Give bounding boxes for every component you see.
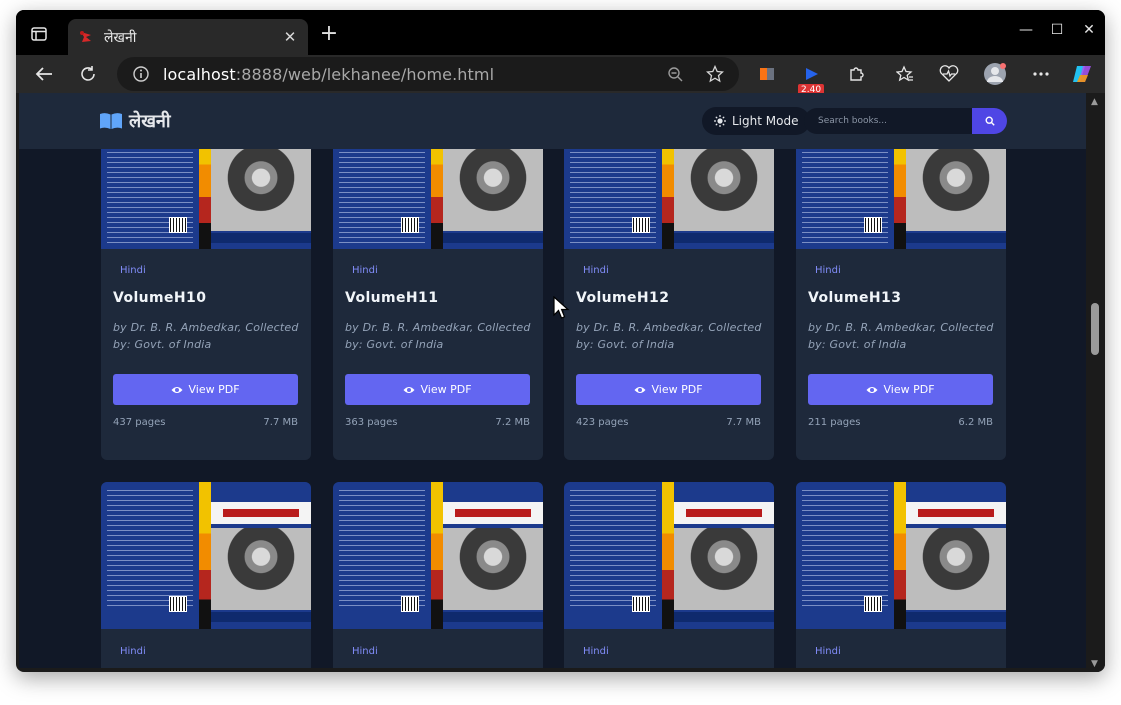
extensions-puzzle-icon[interactable] [842,60,870,88]
page-count: 437 pages [113,417,166,428]
book-card: Hindi VolumeH13 by Dr. B. R. Ambedkar, C… [796,119,1006,460]
language-tag: Hindi [583,265,609,276]
language-tag: Hindi [583,646,609,657]
book-title: VolumeH10 [113,290,207,306]
view-pdf-button[interactable]: View PDF [808,374,993,405]
browser-window: लेखनी ✕ + — ☐ ✕ localhost:8888/web/lekha… [16,10,1105,672]
tab-bar: लेखनी ✕ + — ☐ ✕ [16,10,1105,55]
book-card: Hindi VolumeH11 by Dr. B. R. Ambedkar, C… [333,119,543,460]
book-meta: 437 pages 7.7 MB [113,417,298,428]
book-title: VolumeH13 [808,290,902,306]
book-author: by Dr. B. R. Ambedkar, Collected by: Gov… [808,321,994,351]
page-content: लेखनी Light Mode Hindi VolumeH10 by Dr. … [19,93,1086,668]
mouse-cursor-icon [553,296,570,319]
language-tag: Hindi [352,646,378,657]
file-size: 7.7 MB [263,417,298,428]
book-meta: 211 pages 6.2 MB [808,417,993,428]
language-tag: Hindi [120,265,146,276]
address-bar[interactable]: localhost:8888/web/lekhanee/home.html [117,57,739,91]
site-info-icon[interactable] [133,66,149,82]
book-title: VolumeH12 [576,290,670,306]
light-mode-button[interactable]: Light Mode [702,107,811,135]
book-cover[interactable] [796,482,1006,629]
file-size: 6.2 MB [958,417,993,428]
favorite-star-icon[interactable] [706,65,724,83]
search-box [804,108,1007,134]
book-icon [100,113,122,129]
extension-shield-icon[interactable] [753,60,781,88]
book-cover[interactable] [101,482,311,629]
close-window-button[interactable]: ✕ [1074,22,1104,38]
book-card: Hindi VolumeH12 by Dr. B. R. Ambedkar, C… [564,119,774,460]
page-count: 363 pages [345,417,398,428]
profile-avatar-icon[interactable] [981,60,1009,88]
file-size: 7.7 MB [726,417,761,428]
language-tag: Hindi [120,646,146,657]
app-navbar: लेखनी Light Mode [19,93,1086,149]
eye-icon [403,386,415,393]
book-title: VolumeH11 [345,290,439,306]
search-input[interactable] [804,108,972,134]
book-meta: 423 pages 7.7 MB [576,417,761,428]
scrollbar-thumb[interactable] [1091,303,1099,355]
back-icon[interactable] [30,60,58,88]
browser-essentials-icon[interactable] [935,60,963,88]
minimize-button[interactable]: — [1011,22,1041,38]
language-tag: Hindi [352,265,378,276]
browser-tab[interactable]: लेखनी ✕ [68,19,308,55]
site-favicon-icon [80,31,91,42]
eye-icon [866,386,878,393]
file-size: 7.2 MB [495,417,530,428]
book-author: by Dr. B. R. Ambedkar, Collected by: Gov… [576,321,762,351]
favorites-icon[interactable] [891,60,919,88]
tab-title: लेखनी [104,29,137,46]
book-card: Hindi [333,482,543,668]
book-author: by Dr. B. R. Ambedkar, Collected by: Gov… [345,321,531,351]
book-author: by Dr. B. R. Ambedkar, Collected by: Gov… [113,321,299,351]
more-menu-icon[interactable] [1027,60,1055,88]
search-icon [984,116,995,126]
book-card: Hindi [564,482,774,668]
language-tag: Hindi [815,265,841,276]
language-tag: Hindi [815,646,841,657]
logo-text: लेखनी [129,111,171,132]
book-card: Hindi VolumeH10 by Dr. B. R. Ambedkar, C… [101,119,311,460]
mode-label: Light Mode [732,114,799,128]
app-logo[interactable]: लेखनी [99,109,171,133]
search-button[interactable] [972,108,1007,134]
page-count: 423 pages [576,417,629,428]
close-tab-icon[interactable]: ✕ [282,28,298,46]
maximize-button[interactable]: ☐ [1042,22,1072,38]
view-pdf-button[interactable]: View PDF [345,374,530,405]
url-text[interactable]: localhost:8888/web/lekhanee/home.html [163,65,494,84]
page-scrollbar[interactable]: ▲ ▼ [1086,93,1105,672]
eye-icon [634,386,646,393]
book-meta: 363 pages 7.2 MB [345,417,530,428]
browser-toolbar: localhost:8888/web/lekhanee/home.html 2.… [16,55,1105,96]
book-card: Hindi [796,482,1006,668]
scroll-down-icon[interactable]: ▼ [1091,659,1098,669]
refresh-icon[interactable] [74,60,102,88]
scroll-up-icon[interactable]: ▲ [1091,97,1098,107]
eye-icon [171,386,183,393]
book-cover[interactable] [564,482,774,629]
tab-actions-icon[interactable] [26,24,52,44]
view-pdf-button[interactable]: View PDF [576,374,761,405]
zoom-icon[interactable] [667,66,683,82]
new-tab-button[interactable]: + [316,23,342,45]
page-count: 211 pages [808,417,861,428]
sun-icon [714,115,726,127]
book-card: Hindi [101,482,311,668]
view-pdf-button[interactable]: View PDF [113,374,298,405]
book-cover[interactable] [333,482,543,629]
copilot-icon[interactable] [1068,60,1096,88]
